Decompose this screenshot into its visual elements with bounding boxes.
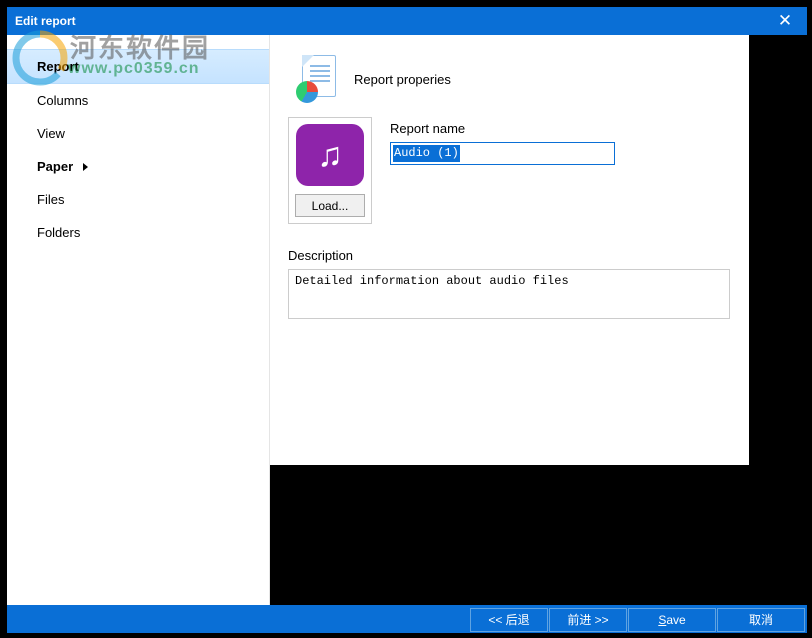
content-wrap: Report properies Load... Report name Aud… bbox=[270, 35, 807, 605]
sidebar-item-label: Report bbox=[37, 59, 79, 74]
report-properties-icon bbox=[296, 55, 340, 103]
panel-title: Report properies bbox=[354, 72, 451, 87]
forward-button[interactable]: 前进 >> bbox=[549, 608, 627, 632]
dialog-window: Edit report ✕ Report Columns View Paper … bbox=[7, 7, 807, 633]
icon-preview-box: Load... bbox=[288, 117, 372, 224]
report-name-input[interactable] bbox=[390, 142, 615, 165]
close-button[interactable]: ✕ bbox=[763, 7, 807, 35]
dialog-footer: << 后退 前进 >> Save 取消 bbox=[7, 605, 807, 633]
description-input[interactable] bbox=[288, 269, 730, 319]
panel-header: Report properies bbox=[288, 45, 731, 117]
sidebar-item-label: Files bbox=[37, 192, 64, 207]
sidebar-item-report[interactable]: Report bbox=[7, 49, 269, 84]
load-button[interactable]: Load... bbox=[295, 194, 365, 217]
sidebar-item-label: Folders bbox=[37, 225, 80, 240]
report-name-label: Report name bbox=[390, 121, 731, 136]
content-panel: Report properies Load... Report name Aud… bbox=[270, 35, 749, 465]
cancel-button[interactable]: 取消 bbox=[717, 608, 805, 632]
save-button[interactable]: Save bbox=[628, 608, 716, 632]
window-title: Edit report bbox=[15, 14, 76, 28]
description-label: Description bbox=[288, 248, 731, 263]
sidebar-item-paper[interactable]: Paper bbox=[7, 150, 269, 183]
titlebar: Edit report ✕ bbox=[7, 7, 807, 35]
sidebar-item-columns[interactable]: Columns bbox=[7, 84, 269, 117]
sidebar-item-label: Paper bbox=[37, 159, 73, 174]
sidebar-item-label: View bbox=[37, 126, 65, 141]
chevron-right-icon bbox=[83, 163, 88, 171]
sidebar-item-folders[interactable]: Folders bbox=[7, 216, 269, 249]
sidebar-item-label: Columns bbox=[37, 93, 88, 108]
sidebar: Report Columns View Paper Files Folders bbox=[7, 35, 270, 605]
sidebar-item-view[interactable]: View bbox=[7, 117, 269, 150]
sidebar-item-files[interactable]: Files bbox=[7, 183, 269, 216]
back-button[interactable]: << 后退 bbox=[470, 608, 548, 632]
music-note-icon bbox=[296, 124, 364, 186]
